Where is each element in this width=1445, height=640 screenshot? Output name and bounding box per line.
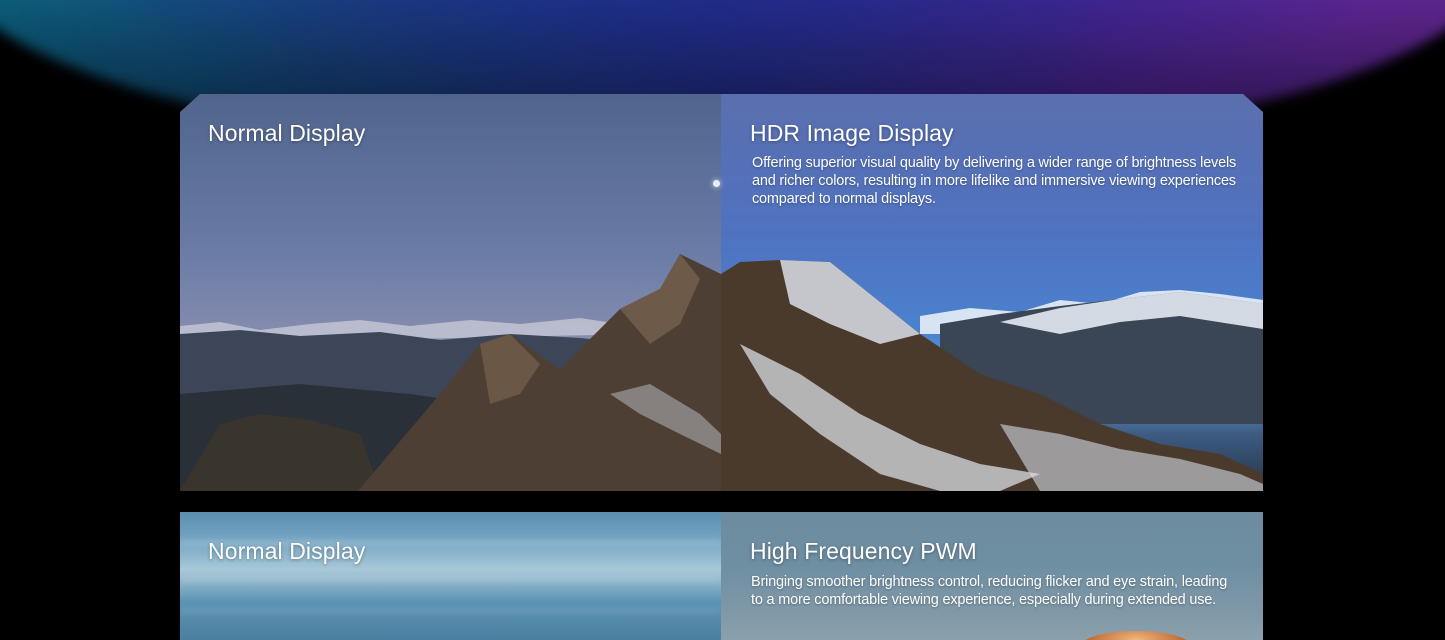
hdr-comparison-panel: Normal Display HDR Image Display Offerin… <box>180 94 1263 491</box>
hdr-display-title: HDR Image Display <box>750 120 954 146</box>
page: Normal Display HDR Image Display Offerin… <box>0 0 1445 640</box>
pwm-title: High Frequency PWM <box>750 538 977 564</box>
moon-icon <box>713 180 720 187</box>
cloud-streak <box>180 608 721 614</box>
normal-display-half-2 <box>180 512 721 640</box>
cloud-streak <box>180 576 721 582</box>
normal-display-title-2: Normal Display <box>208 538 366 564</box>
normal-display-title: Normal Display <box>208 120 366 146</box>
pwm-description: Bringing smoother brightness control, re… <box>751 574 1228 608</box>
pwm-comparison-panel: Normal Display High Frequency PWM Bringi… <box>180 512 1263 640</box>
hdr-display-description: Offering superior visual quality by deli… <box>752 155 1237 207</box>
